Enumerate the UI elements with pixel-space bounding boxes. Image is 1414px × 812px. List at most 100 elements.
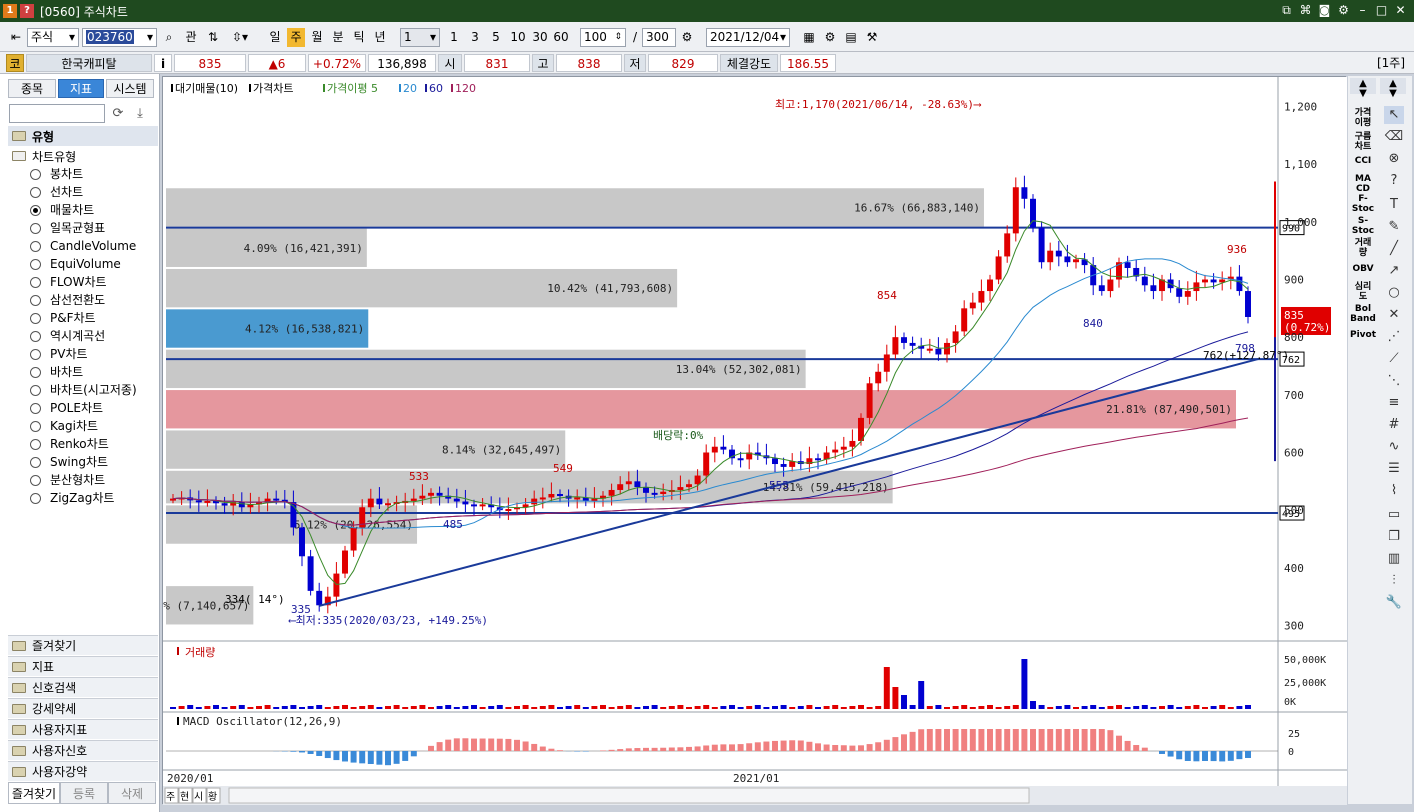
tools-icon[interactable]: ⚒ xyxy=(863,28,881,47)
channel-icon[interactable]: ≡ xyxy=(1384,394,1404,412)
chart-type-item[interactable]: EquiVolume xyxy=(30,255,121,273)
period-week[interactable]: 주 xyxy=(287,28,305,47)
wave-icon[interactable]: ∿ xyxy=(1384,438,1404,456)
radio-icon[interactable] xyxy=(30,456,41,468)
pencil-icon[interactable]: ✎ xyxy=(1384,218,1404,236)
search-icon[interactable]: ⌕ xyxy=(160,28,178,47)
chart-type-item[interactable]: 바차트 xyxy=(30,363,83,381)
gear-icon[interactable]: ⚙ xyxy=(821,28,839,47)
code-input[interactable]: 023760 ▾ xyxy=(82,28,157,47)
chart-type-item[interactable]: CandleVolume xyxy=(30,237,136,255)
category-item[interactable]: 신호검색 xyxy=(8,677,158,697)
settings-wrench-icon[interactable]: 🔧 xyxy=(1384,594,1404,612)
interval-10[interactable]: 10 xyxy=(508,28,528,47)
tab-indicator[interactable]: 지표 xyxy=(58,79,104,98)
chart-type-item[interactable]: ZigZag차트 xyxy=(30,489,114,507)
chart-type-item[interactable]: Swing차트 xyxy=(30,453,108,471)
period-year[interactable]: 년 xyxy=(371,28,389,47)
gwan-button[interactable]: 관 xyxy=(181,28,201,47)
category-item[interactable]: 사용자강약 xyxy=(8,761,158,781)
radio-icon[interactable] xyxy=(30,420,41,432)
window-icon[interactable]: ▭ xyxy=(1384,506,1404,524)
macd-indicator[interactable]: MA CD xyxy=(1350,174,1376,194)
cci-indicator[interactable]: CCI xyxy=(1350,156,1376,166)
chart-type-item[interactable]: Kagi차트 xyxy=(30,417,98,435)
horizontal-scrollbar[interactable] xyxy=(228,787,1030,804)
bol-band-indicator[interactable]: Bol Band xyxy=(1350,304,1376,324)
category-item[interactable]: 사용자지표 xyxy=(8,719,158,739)
bar-chart-icon[interactable]: ▥ xyxy=(1384,550,1404,568)
interval-select[interactable]: 1 ▾ xyxy=(400,28,440,47)
line-icon[interactable]: ╱ xyxy=(1384,240,1404,258)
close-icon[interactable]: ✕ xyxy=(1393,2,1408,18)
total-input[interactable]: 300 xyxy=(642,28,676,47)
eraser-icon[interactable]: ⌫ xyxy=(1384,128,1404,146)
question-icon[interactable]: ? xyxy=(1384,172,1404,190)
date-input[interactable]: 2021/12/04 ▾ xyxy=(706,28,790,47)
radio-icon[interactable] xyxy=(30,438,41,450)
down-arrow-icon-2[interactable]: ▼ xyxy=(1380,88,1406,100)
refresh-icon[interactable]: ⟳ xyxy=(108,104,128,123)
chart-type-item[interactable]: FLOW차트 xyxy=(30,273,107,291)
section-header[interactable]: 유형 xyxy=(8,126,158,146)
save-icon[interactable]: ▤ xyxy=(842,28,860,47)
indicator-search-input[interactable] xyxy=(9,104,105,123)
delete-button[interactable]: 삭제 xyxy=(108,782,156,804)
fibo-icon[interactable]: ⋰ xyxy=(1384,328,1404,346)
volume-indicator[interactable]: 거래 량 xyxy=(1350,238,1376,258)
radio-icon[interactable] xyxy=(30,186,41,198)
tab-system[interactable]: 시스템 xyxy=(106,79,154,98)
copy-icon[interactable]: ❐ xyxy=(1384,528,1404,546)
cursor-icon[interactable]: ↖ xyxy=(1384,106,1404,124)
chart-type-item[interactable]: 분산형차트 xyxy=(30,471,105,489)
gear-icon[interactable]: ⚙ xyxy=(1336,2,1351,18)
cross-line-icon[interactable]: ✕ xyxy=(1384,306,1404,324)
tab-stock[interactable]: 종목 xyxy=(8,79,56,98)
slow-stoch-indicator[interactable]: S- Stoc xyxy=(1350,216,1376,236)
help-icon[interactable]: ? xyxy=(20,4,34,18)
radio-icon[interactable] xyxy=(30,348,41,360)
maximize-icon[interactable]: □ xyxy=(1374,2,1389,18)
all-delete-icon[interactable]: ⊗ xyxy=(1384,150,1404,168)
interval-1[interactable]: 1 xyxy=(445,28,463,47)
chart-type-item[interactable]: PV차트 xyxy=(30,345,88,363)
chart-area[interactable]: 대기매물(10)가격차트가격이평 520601201.78% (7,140,65… xyxy=(137,76,1347,805)
chart-type-item[interactable]: 봉차트 xyxy=(30,165,83,183)
chart-type-item[interactable]: P&F차트 xyxy=(30,309,96,327)
interval-60[interactable]: 60 xyxy=(551,28,571,47)
category-item[interactable]: 강세약세 xyxy=(8,698,158,718)
sort-icon[interactable]: ⇅ xyxy=(204,28,222,47)
info-button[interactable]: i xyxy=(154,54,172,72)
period-month[interactable]: 월 xyxy=(308,28,326,47)
stock-name[interactable]: 한국캐피탈 xyxy=(26,54,152,72)
psy-indicator[interactable]: 심리 도 xyxy=(1350,282,1376,302)
radio-icon[interactable] xyxy=(30,168,41,180)
speed-line-icon[interactable]: ⋱ xyxy=(1384,372,1404,390)
radio-icon[interactable] xyxy=(30,384,41,396)
arrow-line-icon[interactable]: ↗ xyxy=(1384,262,1404,280)
group-header[interactable]: 차트유형 xyxy=(8,147,76,165)
interval-5[interactable]: 5 xyxy=(487,28,505,47)
period-minute[interactable]: 분 xyxy=(329,28,347,47)
radio-icon[interactable] xyxy=(30,402,41,414)
radio-icon[interactable] xyxy=(30,474,41,486)
count-input[interactable]: 100 ⇕ xyxy=(580,28,626,47)
down-arrow-icon[interactable]: ▼ xyxy=(1350,88,1376,100)
bollinger-indicator[interactable]: 구름 차트 xyxy=(1350,132,1376,152)
fast-stoch-indicator[interactable]: F- Stoc xyxy=(1350,194,1376,214)
chart-type-item[interactable]: 일목균형표 xyxy=(30,219,105,237)
gann-icon[interactable]: ⟋ xyxy=(1384,350,1404,368)
chart-type-item[interactable]: POLE차트 xyxy=(30,399,103,417)
auto-trend-icon[interactable]: ⌇ xyxy=(1384,482,1404,500)
horizontal-lines-icon[interactable]: ☰ xyxy=(1384,460,1404,478)
download-icon[interactable]: ⤓ xyxy=(130,104,150,123)
interval-30[interactable]: 30 xyxy=(530,28,550,47)
category-item[interactable]: 즐겨찾기 xyxy=(8,635,158,655)
chart-type-item[interactable]: 바차트(시고저종) xyxy=(30,381,137,399)
camera-icon[interactable]: ◙ xyxy=(1317,2,1332,18)
link-icon[interactable]: ⌘ xyxy=(1298,2,1313,18)
restore-small-icon[interactable]: ⧉ xyxy=(1279,2,1294,18)
tab-favorites[interactable]: 즐겨찾기 xyxy=(8,782,60,804)
chart-type-item[interactable]: Renko차트 xyxy=(30,435,109,453)
radio-icon[interactable] xyxy=(30,294,41,306)
